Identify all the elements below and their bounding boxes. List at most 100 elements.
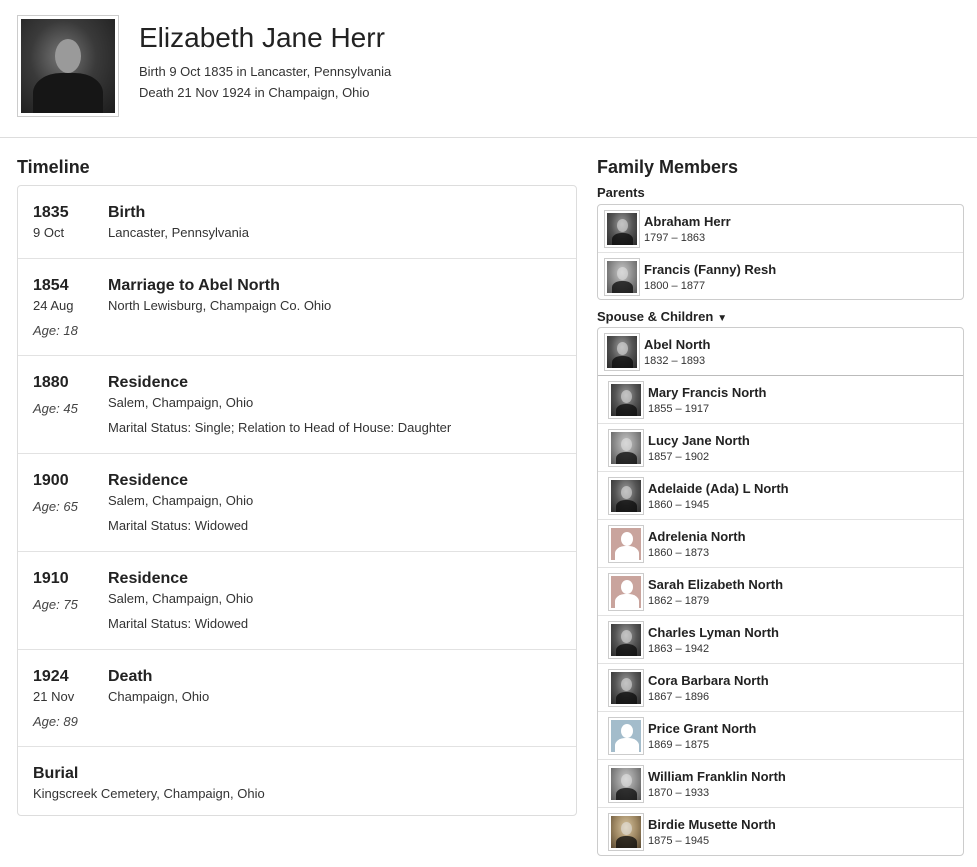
event-year: 1854 xyxy=(33,277,69,294)
member-dates: 1870 – 1933 xyxy=(648,787,710,799)
member-name: Birdie Musette North xyxy=(648,817,776,832)
photo-thumb xyxy=(607,336,637,368)
child-card[interactable]: William Franklin North 1870 – 1933 xyxy=(598,760,963,808)
member-thumbnail xyxy=(608,381,644,419)
spouse-children-label: Spouse & Children xyxy=(597,309,714,324)
member-dates: 1860 – 1873 xyxy=(648,547,710,559)
child-card[interactable]: Sarah Elizabeth North 1862 – 1879 xyxy=(598,568,963,616)
person-header: Elizabeth Jane Herr Birth 9 Oct 1835 in … xyxy=(0,0,977,138)
timeline-event[interactable]: 1880 Age: 45 Residence Salem, Champaign,… xyxy=(18,356,576,454)
timeline-event[interactable]: 1854 24 Aug Age: 18 Marriage to Abel Nor… xyxy=(18,259,576,356)
event-place: Salem, Champaign, Ohio xyxy=(108,493,254,508)
member-thumbnail xyxy=(608,429,644,467)
member-thumbnail xyxy=(608,621,644,659)
event-place: Salem, Champaign, Ohio xyxy=(108,395,254,410)
child-card[interactable]: Mary Francis North 1855 – 1917 xyxy=(598,376,963,424)
member-thumbnail xyxy=(608,525,644,563)
child-card[interactable]: Lucy Jane North 1857 – 1902 xyxy=(598,424,963,472)
parents-label: Parents xyxy=(597,185,645,200)
event-title: Burial xyxy=(33,765,79,782)
event-year: 1924 xyxy=(33,668,69,685)
child-card[interactable]: Price Grant North 1869 – 1875 xyxy=(598,712,963,760)
member-dates: 1832 – 1893 xyxy=(644,355,706,367)
event-age: Age: 18 xyxy=(33,323,78,338)
family-member-card[interactable]: Francis (Fanny) Resh 1800 – 1877 xyxy=(598,253,963,299)
member-name: William Franklin North xyxy=(648,769,786,784)
female-silhouette-icon xyxy=(611,528,641,560)
spouse-children-list: Abel North 1832 – 1893 Mary Francis Nort… xyxy=(597,327,964,856)
member-dates: 1862 – 1879 xyxy=(648,595,710,607)
family-member-card[interactable]: Abraham Herr 1797 – 1863 xyxy=(598,205,963,253)
event-age: Age: 89 xyxy=(33,714,78,729)
member-name: Charles Lyman North xyxy=(648,625,779,640)
member-thumbnail xyxy=(604,210,640,248)
child-card[interactable]: Cora Barbara North 1867 – 1896 xyxy=(598,664,963,712)
member-dates: 1797 – 1863 xyxy=(644,232,706,244)
photo-thumb xyxy=(607,261,637,293)
caret-down-icon: ▼ xyxy=(717,313,728,324)
event-age: Age: 75 xyxy=(33,597,78,612)
death-summary: Death 21 Nov 1924 in Champaign, Ohio xyxy=(139,85,370,100)
member-dates: 1863 – 1942 xyxy=(648,643,710,655)
member-thumbnail xyxy=(608,477,644,515)
event-place: Champaign, Ohio xyxy=(108,689,210,704)
photo-thumb xyxy=(611,816,641,848)
event-age: Age: 45 xyxy=(33,401,78,416)
male-silhouette-icon xyxy=(611,720,641,752)
timeline-heading: Timeline xyxy=(17,157,90,177)
timeline-panel: 1835 9 Oct Birth Lancaster, Pennsylvania… xyxy=(17,185,577,816)
member-name: Francis (Fanny) Resh xyxy=(644,262,777,277)
member-name: Abel North xyxy=(644,337,711,352)
event-year: 1910 xyxy=(33,570,69,587)
member-name: Mary Francis North xyxy=(648,385,767,400)
member-dates: 1857 – 1902 xyxy=(648,451,710,463)
member-dates: 1869 – 1875 xyxy=(648,739,710,751)
event-place: North Lewisburg, Champaign Co. Ohio xyxy=(108,298,332,313)
event-year: 1835 xyxy=(33,204,69,221)
timeline-event[interactable]: 1924 21 Nov Age: 89 Death Champaign, Ohi… xyxy=(18,650,576,747)
birth-summary: Birth 9 Oct 1835 in Lancaster, Pennsylva… xyxy=(139,64,392,79)
timeline-event-burial[interactable]: Burial Kingscreek Cemetery, Champaign, O… xyxy=(18,747,576,815)
member-thumbnail xyxy=(608,765,644,803)
event-place: Kingscreek Cemetery, Champaign, Ohio xyxy=(33,786,265,801)
event-place: Salem, Champaign, Ohio xyxy=(108,591,254,606)
event-date: 24 Aug xyxy=(33,298,74,313)
member-thumbnail xyxy=(608,717,644,755)
profile-photo[interactable] xyxy=(17,15,119,117)
child-card[interactable]: Birdie Musette North 1875 – 1945 xyxy=(598,808,963,855)
member-thumbnail xyxy=(608,813,644,851)
member-name: Price Grant North xyxy=(648,721,757,736)
child-card[interactable]: Adrelenia North 1860 – 1873 xyxy=(598,520,963,568)
spouse-children-toggle[interactable]: Spouse & Children ▼ xyxy=(597,309,727,324)
member-thumbnail xyxy=(608,669,644,707)
photo-thumb xyxy=(611,768,641,800)
child-card[interactable]: Adelaide (Ada) L North 1860 – 1945 xyxy=(598,472,963,520)
female-silhouette-icon xyxy=(611,576,641,608)
portrait-image xyxy=(21,19,115,113)
member-thumbnail xyxy=(604,333,640,371)
timeline-event[interactable]: 1835 9 Oct Birth Lancaster, Pennsylvania xyxy=(18,186,576,259)
child-card[interactable]: Charles Lyman North 1863 – 1942 xyxy=(598,616,963,664)
spouse-card[interactable]: Abel North 1832 – 1893 xyxy=(598,328,963,376)
member-thumbnail xyxy=(604,258,640,296)
member-name: Adelaide (Ada) L North xyxy=(648,481,789,496)
timeline-event[interactable]: 1900 Age: 65 Residence Salem, Champaign,… xyxy=(18,454,576,552)
member-dates: 1855 – 1917 xyxy=(648,403,710,415)
event-detail: Marital Status: Widowed xyxy=(108,518,249,533)
event-place: Lancaster, Pennsylvania xyxy=(108,225,249,240)
photo-thumb xyxy=(611,480,641,512)
photo-thumb xyxy=(611,624,641,656)
timeline-event[interactable]: 1910 Age: 75 Residence Salem, Champaign,… xyxy=(18,552,576,650)
portrait-body xyxy=(33,73,103,113)
member-thumbnail xyxy=(608,573,644,611)
member-dates: 1867 – 1896 xyxy=(648,691,710,703)
photo-thumb xyxy=(607,213,637,245)
event-title: Marriage to Abel North xyxy=(108,277,280,294)
event-date: 9 Oct xyxy=(33,225,65,240)
member-name: Sarah Elizabeth North xyxy=(648,577,784,592)
member-name: Cora Barbara North xyxy=(648,673,769,688)
event-title: Death xyxy=(108,668,153,685)
event-age: Age: 65 xyxy=(33,499,78,514)
event-detail: Marital Status: Single; Relation to Head… xyxy=(108,420,452,435)
family-members-heading: Family Members xyxy=(597,157,739,177)
